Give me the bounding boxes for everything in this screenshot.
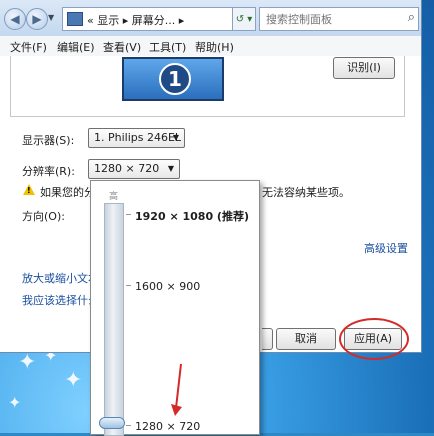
chevron-down-icon: ▼: [172, 133, 179, 142]
highlight-annotation: [339, 318, 409, 360]
text-size-link[interactable]: 放大或缩小文本: [22, 270, 99, 286]
desktop-sparkle-icon: ✦: [64, 368, 83, 393]
slider-tick: [126, 425, 131, 426]
menu-edit[interactable]: 编辑(E): [57, 39, 95, 55]
resolution-select-value: 1280 × 720: [94, 162, 160, 175]
slider-tick: [126, 285, 131, 286]
resolution-option-1280[interactable]: 1280 × 720: [135, 420, 200, 433]
red-arrow-annotation: [171, 364, 182, 416]
search-box[interactable]: ⌕: [259, 7, 419, 31]
resolution-select[interactable]: 1280 × 720 ▼: [88, 159, 180, 179]
display-select[interactable]: 1. Philips 246EL ▼: [88, 128, 185, 148]
warning-text: 如果您的分: [40, 186, 95, 199]
display-label: 显示器(S):: [22, 134, 75, 147]
refresh-icon: ↺ ▾: [235, 14, 253, 25]
refresh-button[interactable]: ↺ ▾: [232, 7, 256, 31]
resolution-slider-thumb[interactable]: [99, 417, 125, 429]
control-panel-icon: [67, 12, 83, 26]
ok-button-partial[interactable]: [262, 328, 273, 350]
breadcrumb[interactable]: « 显示 ▸ 屏幕分... ▸: [87, 12, 184, 28]
monitor-1-thumbnail[interactable]: 1: [122, 57, 224, 101]
slider-tick: [126, 214, 131, 215]
identify-button[interactable]: 识别(I): [333, 57, 395, 79]
advanced-settings-link[interactable]: 高级设置: [364, 240, 408, 256]
slider-high-label: 高: [109, 192, 119, 202]
cancel-button[interactable]: 取消: [276, 328, 336, 350]
monitor-number: 1: [159, 63, 191, 95]
display-select-value: 1. Philips 246EL: [94, 131, 182, 144]
desktop-sparkle-icon: ✦: [18, 350, 37, 375]
chevron-down-icon: ▼: [167, 164, 174, 173]
back-button[interactable]: ◀: [4, 8, 26, 30]
search-input[interactable]: [264, 10, 398, 28]
desktop-sparkle-icon: ✦: [8, 393, 22, 412]
resolution-option-1600[interactable]: 1600 × 900: [135, 280, 200, 293]
recent-pages-chevron-down-icon[interactable]: ▼: [48, 10, 58, 26]
search-icon[interactable]: ⌕: [408, 10, 415, 25]
which-settings-link[interactable]: 我应该选择什么: [22, 292, 99, 308]
address-bar[interactable]: « 显示 ▸ 屏幕分... ▸ ▼: [62, 7, 252, 31]
menu-view[interactable]: 查看(V): [103, 39, 141, 55]
resolution-option-1920[interactable]: 1920 × 1080 (推荐): [135, 208, 249, 224]
orientation-label: 方向(O):: [22, 210, 65, 223]
forward-button[interactable]: ▶: [26, 8, 48, 30]
menu-file[interactable]: 文件(F): [10, 39, 47, 55]
menu-bar: 文件(F) 编辑(E) 查看(V) 工具(T) 帮助(H): [0, 36, 421, 57]
warning-icon: !: [23, 184, 35, 195]
resolution-slider-track[interactable]: [104, 203, 124, 436]
warning-text-continued: 无法容纳某些项。: [262, 186, 350, 199]
resolution-slider-popup: 高 1920 × 1080 (推荐) 1600 × 900 1280 × 720: [90, 180, 260, 436]
menu-tools[interactable]: 工具(T): [149, 39, 186, 55]
resolution-label: 分辨率(R):: [22, 165, 75, 178]
address-toolbar: ◀ ▶ ▼ « 显示 ▸ 屏幕分... ▸ ▼ ↺ ▾ ⌕: [0, 0, 421, 36]
menu-help[interactable]: 帮助(H): [195, 39, 234, 55]
